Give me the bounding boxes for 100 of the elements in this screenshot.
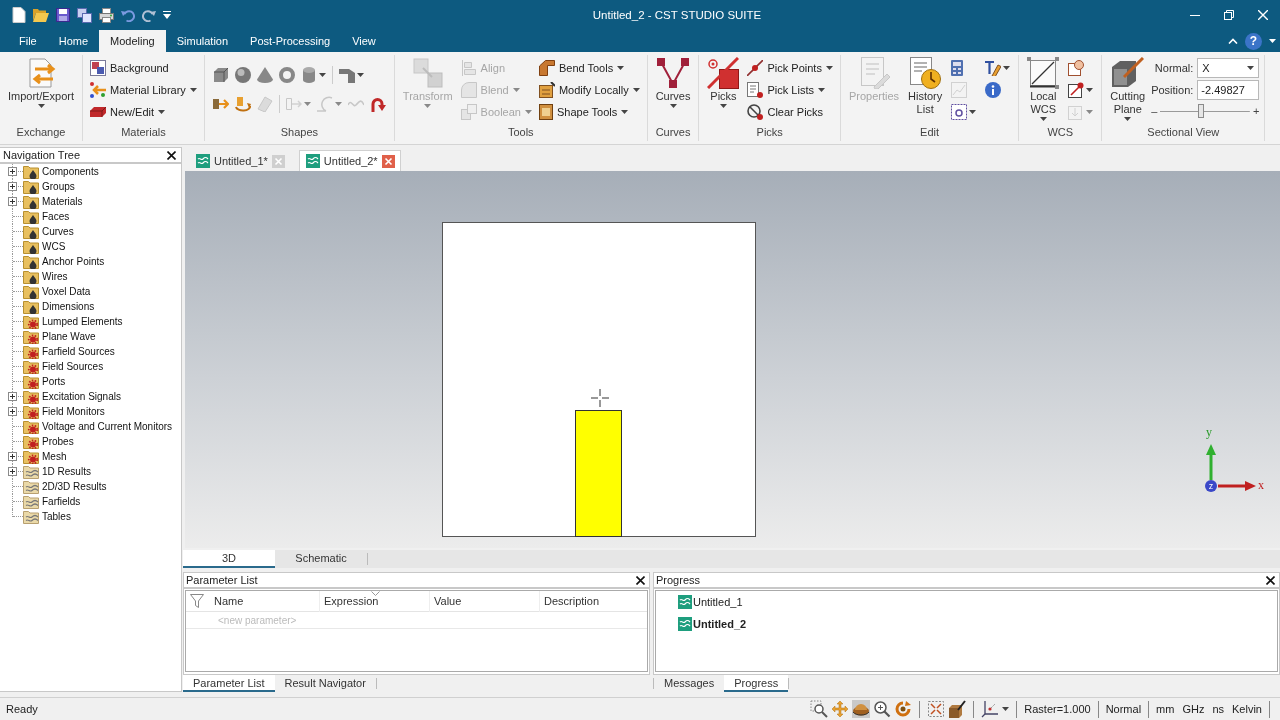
fit-view-icon[interactable] [927,700,946,718]
square-pin-icon[interactable] [1068,82,1085,98]
dashed-frame-icon[interactable] [951,104,968,120]
tree-item[interactable]: Curves [23,224,76,239]
ribbon-tab[interactable]: Home [47,30,100,52]
tree-item[interactable]: Excitation Signals [23,389,123,404]
tree-item[interactable]: 1D Results [23,464,93,479]
zoom-icon[interactable] [873,700,892,718]
project-item[interactable]: Untitled_1 [656,591,1277,613]
tree-item[interactable]: Mesh [23,449,69,464]
cube-icon[interactable] [212,67,229,83]
tree-item[interactable]: Voltage and Current Monitors [23,419,175,434]
caret-icon[interactable] [1003,66,1011,70]
tree-item[interactable]: Components [23,164,101,179]
pen-icon[interactable] [985,60,1002,76]
expand-icon[interactable] [8,182,17,191]
tree-item[interactable]: 2D/3D Results [23,479,109,494]
sphere-icon[interactable] [234,67,251,83]
position-field[interactable]: -2.49827 [1197,80,1260,100]
block-arrow-icon[interactable] [212,96,229,112]
caret-icon[interactable] [1269,39,1276,43]
ribbon-tab[interactable]: Modeling [99,30,166,52]
pick-lists-button[interactable]: Pick Lists [745,79,835,101]
column-header[interactable]: Value [430,590,540,612]
project-item[interactable]: Untitled_2 [656,613,1277,635]
tree-item[interactable]: Materials [23,194,85,209]
chevron-up-icon[interactable] [1228,38,1238,44]
help-button[interactable]: ? [1245,32,1262,50]
filter-icon[interactable] [190,594,204,608]
expand-icon[interactable] [8,392,17,401]
tree-item[interactable]: Farfield Sources [23,344,117,359]
caret-icon[interactable] [1002,707,1010,711]
expand-icon[interactable] [8,167,17,176]
expand-icon[interactable] [8,452,17,461]
modify-locally-button[interactable]: Modify Locally [536,79,642,101]
copy-icon[interactable] [77,7,92,23]
dome-icon[interactable] [852,700,871,718]
axes-icon[interactable] [981,700,1000,718]
document-tab[interactable]: Untitled_2* [298,150,401,171]
cutting-plane-button[interactable]: Cutting Plane [1107,55,1149,123]
picks-button[interactable]: Picks [704,55,743,110]
restore-icon[interactable] [1224,10,1234,20]
tree-item[interactable]: Field Monitors [23,404,107,419]
shape-tools-button[interactable]: Shape Tools [536,101,642,123]
background-button[interactable]: Background [88,57,199,79]
customize-icon[interactable] [163,11,171,19]
tree-item[interactable]: Farfields [23,494,83,509]
curved-arrow-icon[interactable] [234,96,251,112]
bend-tools-button[interactable]: Bend Tools [536,57,642,79]
column-header[interactable]: Name [210,590,320,612]
normal-dropdown[interactable]: X [1197,58,1260,78]
circular-arrow-icon[interactable] [894,700,913,718]
tab[interactable]: Result Navigator [274,675,376,692]
zoom-area-icon[interactable] [810,700,829,718]
tree-item[interactable]: Probes [23,434,76,449]
bend-arrow-icon[interactable] [369,96,386,112]
local-wcs-button[interactable]: Local WCS [1024,55,1063,123]
slider-thumb[interactable] [1197,104,1204,118]
tree-item[interactable]: Ports [23,374,68,389]
tree-item[interactable]: Anchor Points [23,254,107,269]
caret-icon[interactable] [1086,88,1094,92]
import-export-button[interactable]: Import/Export [5,55,78,110]
tree-item[interactable]: Field Sources [23,359,106,374]
redo-icon[interactable] [142,8,156,22]
document-tab[interactable]: Untitled_1* [189,150,291,171]
caret-icon[interactable] [356,73,364,77]
tab[interactable]: Schematic [275,550,367,568]
tree-item[interactable]: Faces [23,209,72,224]
info-icon[interactable] [985,82,1002,98]
column-header[interactable]: Expression [320,590,430,612]
expand-icon[interactable] [8,467,17,476]
caret-icon[interactable] [969,110,977,114]
tree-item[interactable]: Tables [23,509,73,524]
tab[interactable]: Parameter List [183,675,275,692]
calculator-icon[interactable] [951,60,964,76]
undo-icon[interactable] [121,8,135,22]
torus-icon[interactable] [278,67,295,83]
column-header[interactable]: Description [540,590,647,612]
tree-item[interactable]: WCS [23,239,68,254]
clear-picks-button[interactable]: Clear Picks [745,101,835,123]
tree-item[interactable]: Groups [23,179,77,194]
close-icon[interactable] [636,575,645,585]
close-icon[interactable] [1266,575,1275,585]
new-edit-button[interactable]: New/Edit [88,101,199,123]
printer-icon[interactable] [99,7,114,23]
new-parameter-field[interactable]: <new parameter> [216,612,336,628]
tab[interactable]: Messages [654,675,725,692]
expand-icon[interactable] [8,407,17,416]
tab[interactable]: Progress [724,675,789,692]
ribbon-tab[interactable]: File [8,30,48,52]
folder-icon[interactable] [33,8,49,22]
material-library-button[interactable]: Material Library [88,79,199,101]
cone-icon[interactable] [256,67,273,83]
caret-icon[interactable] [318,73,326,77]
pick-points-button[interactable]: Pick Points [745,57,835,79]
history-list-button[interactable]: History List [905,55,946,118]
close-icon[interactable] [167,150,176,160]
tree-item[interactable]: Plane Wave [23,329,98,344]
tab[interactable]: 3D [183,550,275,568]
document-icon[interactable] [12,7,26,23]
